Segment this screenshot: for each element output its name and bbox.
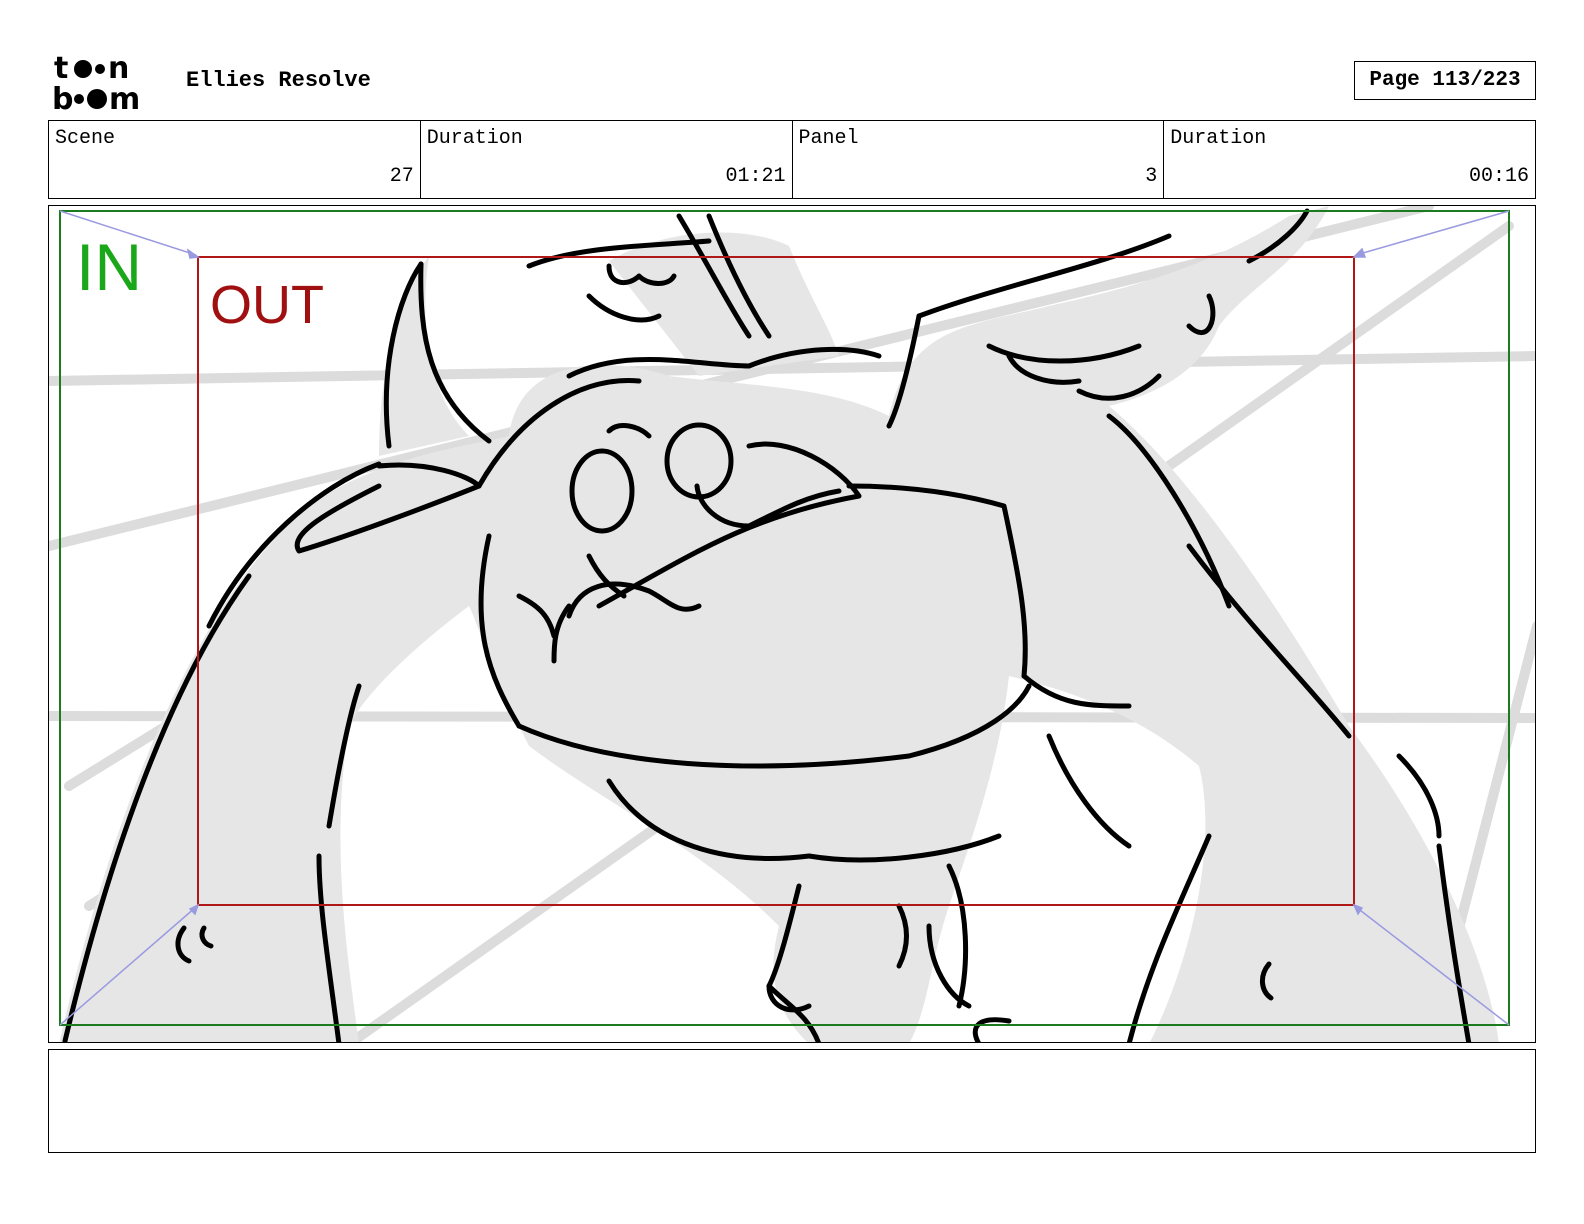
- panel-duration-value: 00:16: [1468, 165, 1529, 188]
- scene-value: 27: [389, 165, 414, 188]
- panel-value: 3: [1145, 165, 1158, 188]
- scene-duration-value: 01:21: [725, 165, 786, 188]
- project-title: Ellies Resolve: [186, 68, 371, 93]
- in-label: IN: [76, 230, 142, 304]
- panel-duration-cell: Duration 00:16: [1164, 121, 1535, 198]
- caption-box[interactable]: [48, 1049, 1536, 1153]
- panel-cell: Panel 3: [793, 121, 1165, 198]
- out-label: OUT: [210, 275, 324, 335]
- panel-info-table: Scene 27 Duration 01:21 Panel 3 Duration…: [48, 120, 1536, 199]
- scene-label: Scene: [55, 127, 116, 150]
- scene-duration-label: Duration: [426, 127, 523, 150]
- scene-duration-cell: Duration 01:21: [421, 121, 793, 198]
- svg-text:m: m: [109, 82, 140, 112]
- toonboom-logo: t n b m: [52, 52, 140, 112]
- panel-duration-label: Duration: [1170, 127, 1267, 150]
- svg-text:t: t: [54, 52, 68, 86]
- page-number: Page 113/223: [1354, 61, 1536, 100]
- svg-text:b: b: [52, 82, 73, 112]
- scene-cell: Scene 27: [49, 121, 421, 198]
- storyboard-panel-frame: IN OUT: [48, 205, 1536, 1043]
- svg-text:n: n: [108, 52, 129, 86]
- panel-label: Panel: [798, 127, 859, 150]
